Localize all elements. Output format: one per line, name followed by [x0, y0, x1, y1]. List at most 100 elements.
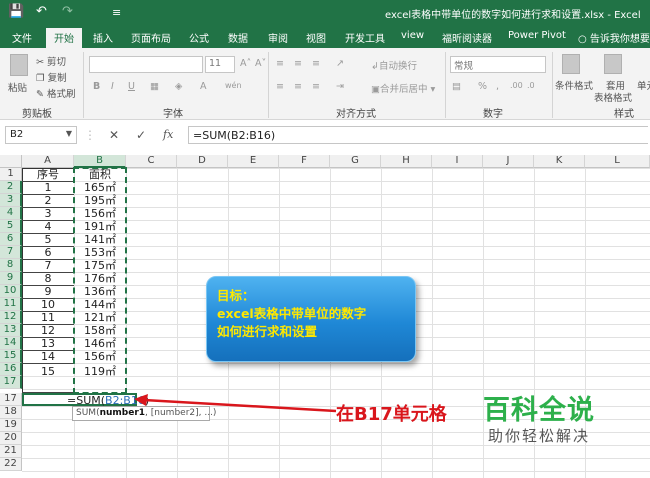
tab-data[interactable]: 数据: [228, 30, 248, 45]
row-header[interactable]: 2: [0, 181, 22, 194]
column-header[interactable]: I: [432, 155, 483, 168]
top-align-icon[interactable]: ≡: [276, 58, 284, 69]
align-center-icon[interactable]: ≡: [294, 81, 302, 92]
column-header[interactable]: F: [279, 155, 330, 168]
border-icon[interactable]: ▦: [150, 81, 159, 92]
row-header[interactable]: 19: [0, 419, 22, 432]
cell-index[interactable]: 7: [22, 259, 74, 272]
tab-home[interactable]: 开始: [46, 28, 82, 48]
underline-button[interactable]: U: [128, 81, 135, 92]
currency-icon[interactable]: ▤: [452, 81, 461, 92]
save-icon[interactable]: 💾: [8, 4, 24, 19]
customize-toolbar-icon[interactable]: ≡: [112, 6, 121, 19]
tab-formulas[interactable]: 公式: [189, 30, 209, 45]
cell-index[interactable]: 1: [22, 181, 74, 194]
row-header[interactable]: 9: [0, 272, 22, 285]
row-header[interactable]: 5: [0, 220, 22, 233]
font-color-button[interactable]: A: [200, 81, 207, 92]
tab-file[interactable]: 文件: [12, 30, 32, 45]
column-header[interactable]: L: [585, 155, 650, 168]
cell-index[interactable]: 10: [22, 298, 74, 311]
row-header[interactable]: 1: [0, 168, 22, 181]
tab-view-en[interactable]: view: [401, 30, 424, 41]
row-header[interactable]: 17: [0, 376, 22, 389]
column-header[interactable]: J: [483, 155, 534, 168]
align-right-icon[interactable]: ≡: [312, 81, 320, 92]
italic-button[interactable]: I: [111, 81, 114, 92]
row-header[interactable]: 22: [0, 458, 22, 471]
insert-function-button[interactable]: fx: [163, 128, 173, 141]
cell-index[interactable]: 9: [22, 285, 74, 298]
row-header[interactable]: 7: [0, 246, 22, 259]
bold-button[interactable]: B: [93, 81, 100, 92]
wrap-text-button[interactable]: ↲自动换行: [371, 58, 417, 72]
indent-icon[interactable]: ⇥: [336, 81, 344, 92]
formula-input[interactable]: =SUM(B2:B16): [188, 126, 648, 144]
enter-button[interactable]: ✓: [136, 128, 146, 142]
cell-index[interactable]: 4: [22, 220, 74, 233]
decrease-decimal-icon[interactable]: .0: [527, 81, 535, 90]
row-header[interactable]: 18: [0, 406, 22, 419]
cell-index[interactable]: 14: [22, 350, 74, 363]
tab-view[interactable]: 视图: [306, 30, 326, 45]
number-format-select[interactable]: 常规: [450, 56, 546, 73]
align-left-icon[interactable]: ≡: [276, 81, 284, 92]
redo-icon[interactable]: ↷: [62, 4, 73, 19]
table-format-icon[interactable]: [604, 54, 622, 74]
tab-power-pivot[interactable]: Power Pivot: [508, 30, 566, 41]
bottom-align-icon[interactable]: ≡: [312, 58, 320, 69]
shrink-font-button[interactable]: A˅: [255, 58, 266, 69]
tab-page-layout[interactable]: 页面布局: [131, 30, 171, 45]
name-box[interactable]: B2 ▼: [5, 126, 77, 144]
undo-icon[interactable]: ↶: [36, 4, 47, 19]
cancel-button[interactable]: ✕: [109, 128, 119, 142]
cut-button[interactable]: ✂ 剪切: [36, 54, 66, 68]
tab-developer[interactable]: 开发工具: [345, 30, 385, 45]
font-name-select[interactable]: [89, 56, 203, 73]
paste-icon[interactable]: [10, 54, 28, 76]
row-header[interactable]: 6: [0, 233, 22, 246]
chevron-down-icon[interactable]: ▼: [66, 129, 72, 138]
row-header[interactable]: 20: [0, 432, 22, 445]
row-header[interactable]: 13: [0, 324, 22, 337]
cell-index[interactable]: 2: [22, 194, 74, 207]
percent-button[interactable]: %: [478, 81, 487, 92]
row-header[interactable]: 12: [0, 311, 22, 324]
fill-color-icon[interactable]: ◈: [175, 81, 182, 92]
row-header[interactable]: 14: [0, 337, 22, 350]
tab-insert[interactable]: 插入: [93, 30, 113, 45]
active-cell-editor[interactable]: =SUM(B2:B16): [22, 393, 149, 407]
grow-font-button[interactable]: A˄: [240, 58, 251, 69]
increase-decimal-icon[interactable]: .00: [510, 81, 523, 90]
comma-button[interactable]: ,: [496, 81, 499, 92]
select-all-corner[interactable]: [0, 155, 22, 168]
cell-styles-button[interactable]: 单元: [637, 78, 650, 92]
middle-align-icon[interactable]: ≡: [294, 58, 302, 69]
orientation-icon[interactable]: ↗: [336, 58, 344, 69]
cell-index[interactable]: 3: [22, 207, 74, 220]
column-header[interactable]: G: [330, 155, 381, 168]
column-header[interactable]: H: [381, 155, 432, 168]
cell-index[interactable]: 11: [22, 311, 74, 324]
cell-index[interactable]: 15: [22, 365, 74, 378]
row-header[interactable]: 3: [0, 194, 22, 207]
cell-index[interactable]: 8: [22, 272, 74, 285]
phonetic-button[interactable]: wén: [225, 81, 242, 90]
format-painter-button[interactable]: ✎ 格式刷: [36, 86, 76, 100]
cell-index[interactable]: 13: [22, 337, 74, 350]
row-header[interactable]: 11: [0, 298, 22, 311]
row-header[interactable]: 10: [0, 285, 22, 298]
conditional-format-icon[interactable]: [562, 54, 580, 74]
row-header[interactable]: 15: [0, 350, 22, 363]
paste-button[interactable]: 粘贴: [8, 80, 27, 94]
cell-index[interactable]: 5: [22, 233, 74, 246]
font-size-select[interactable]: 11: [205, 56, 235, 73]
tab-review[interactable]: 审阅: [268, 30, 288, 45]
column-header[interactable]: A: [22, 155, 74, 168]
cell-index[interactable]: 12: [22, 324, 74, 337]
cell-index[interactable]: 6: [22, 246, 74, 259]
conditional-format-button[interactable]: 条件格式: [555, 78, 593, 92]
column-header[interactable]: D: [177, 155, 228, 168]
column-header[interactable]: E: [228, 155, 279, 168]
copy-button[interactable]: ❐ 复制: [36, 70, 67, 84]
